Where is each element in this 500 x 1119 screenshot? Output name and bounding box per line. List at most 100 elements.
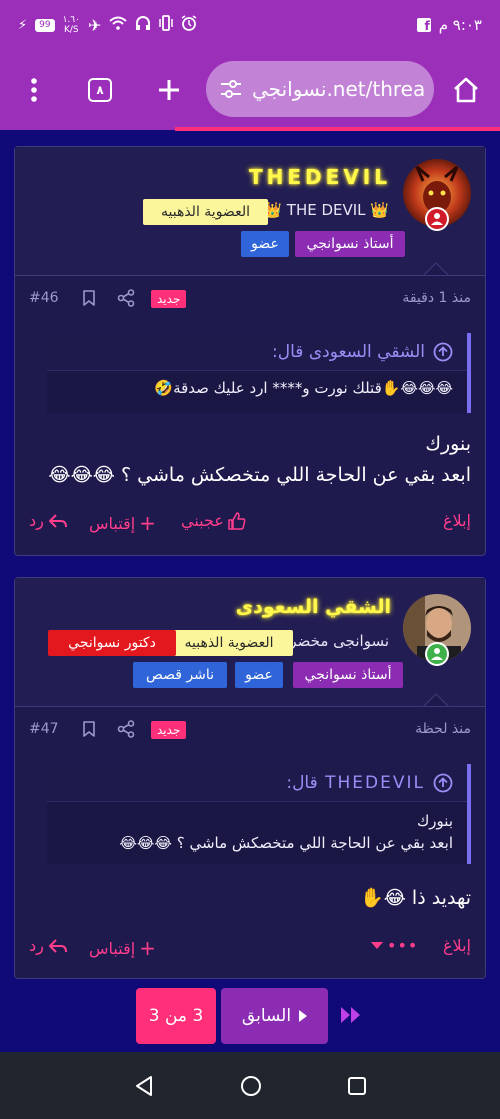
browser-toolbar: ٨ نسوانجي.net/threa: [0, 50, 500, 130]
report-label: إبلاغ: [443, 511, 471, 530]
plus-icon: +: [139, 511, 156, 535]
post-number[interactable]: #47: [29, 721, 59, 737]
post-47: الشقي السعودى نسوانجى مخضرم العضوية الذه…: [14, 577, 486, 979]
page-load-progress: [175, 127, 500, 131]
username[interactable]: THEDEVIL: [249, 165, 391, 189]
quote-line: ابعد بقي عن الحاجة اللي متخصكش ماشي ؟ 😂😂…: [119, 834, 453, 852]
reply-button[interactable]: رد: [29, 936, 68, 955]
post-46: THEDEVIL 👑 THE DEVIL 👑 العضوية الذهبيه أ…: [14, 146, 486, 556]
home-button[interactable]: [444, 68, 488, 112]
previous-page-button[interactable]: السابق: [221, 988, 328, 1044]
vibrate-icon: [159, 15, 174, 35]
badge-master: أستاذ نسوانجي: [295, 231, 405, 257]
status-clock-area: f ٩:٠٣ م: [416, 16, 482, 34]
network-speed-unit: K/S: [63, 25, 79, 35]
quote-author[interactable]: الشقي السعودى قال:: [272, 342, 425, 362]
plus-icon: +: [139, 936, 156, 960]
quote-button[interactable]: + إقتباس: [89, 511, 156, 535]
home-circle-icon[interactable]: [240, 1075, 262, 1097]
post-number[interactable]: #46: [29, 290, 59, 306]
report-button[interactable]: إبلاغ: [443, 511, 471, 530]
header-arrow-icon: [423, 262, 449, 276]
header-arrow-icon: [423, 693, 449, 707]
quote-label: إقتباس: [89, 938, 136, 958]
reply-label: رد: [29, 511, 44, 530]
quote-header: الشقي السعودى قال:: [47, 333, 467, 371]
post-time[interactable]: منذ 1 دقيقة: [402, 290, 471, 306]
quote-label: إقتباس: [89, 513, 136, 533]
wifi-icon: [109, 16, 128, 34]
headphones-icon: [135, 15, 151, 35]
menu-button[interactable]: [12, 68, 56, 112]
share-icon[interactable]: [117, 720, 135, 738]
badge-gold-membership: العضوية الذهبيه: [165, 630, 293, 656]
reply-label: رد: [29, 936, 44, 955]
new-badge: جديد: [151, 290, 187, 308]
thumbs-up-icon: [228, 511, 246, 530]
network-speed-value: ١.٦٠: [62, 15, 80, 25]
more-options-button[interactable]: •••: [371, 936, 418, 955]
tabs-count: ٨: [88, 78, 112, 102]
url-bar[interactable]: نسوانجي.net/threa: [206, 61, 434, 117]
tabs-button[interactable]: ٨: [78, 68, 122, 112]
divider: [15, 275, 485, 276]
like-label: عجبني: [181, 511, 224, 530]
quote-author[interactable]: THEDEVIL قال:: [286, 773, 425, 793]
arrow-up-circle-icon[interactable]: [433, 342, 453, 362]
caret-down-icon: [371, 941, 383, 949]
arrow-up-circle-icon[interactable]: [433, 773, 453, 793]
username[interactable]: الشقي السعودى: [236, 596, 391, 618]
clock: ٩:٠٣ م: [438, 16, 482, 34]
bookmark-icon[interactable]: [80, 289, 98, 307]
plus-icon: [159, 80, 179, 100]
page-indicator[interactable]: 3 من 3: [136, 988, 216, 1044]
bookmark-icon[interactable]: [80, 720, 98, 738]
post-content-line: تهديد ذا 😂✋: [360, 887, 471, 909]
home-icon: [454, 77, 478, 103]
badge-doctor: دكتور نسوانجي: [48, 630, 176, 656]
new-badge: جديد: [151, 721, 187, 739]
share-icon[interactable]: [117, 289, 135, 307]
url-text: نسوانجي.net/threa: [252, 77, 426, 101]
user-title: 👑 THE DEVIL 👑: [263, 201, 389, 219]
status-bar: ⚡ 99 ١.٦٠ K/S ✈ f ٩:٠٣ م: [0, 0, 500, 50]
badge-member: عضو: [241, 231, 289, 257]
fast-forward-icon[interactable]: [340, 1005, 362, 1025]
badge-story-publisher: ناشر قصص: [133, 662, 227, 688]
facebook-icon: f: [416, 18, 431, 32]
post-time[interactable]: منذ لحظة: [415, 721, 471, 737]
reply-icon: [48, 513, 67, 528]
post-user-header: الشقي السعودى نسوانجى مخضرم العضوية الذه…: [15, 578, 485, 707]
quote-header: THEDEVIL قال:: [47, 764, 467, 802]
post-content-line: ابعد بقي عن الحاجة اللي متخصكش ماشي ؟ 😂😂…: [48, 464, 471, 486]
post-user-header: THEDEVIL 👑 THE DEVIL 👑 العضوية الذهبيه أ…: [15, 147, 485, 276]
quote-block: THEDEVIL قال: بنورك ابعد بقي عن الحاجة ا…: [47, 764, 471, 864]
airplane-icon: ✈: [87, 15, 102, 35]
battery-icon: 99: [35, 18, 55, 32]
alarm-icon: [181, 15, 197, 35]
post-actions: إبلاغ ••• + إقتباس رد: [15, 936, 485, 964]
reply-button[interactable]: رد: [29, 511, 68, 530]
like-button[interactable]: عجبني: [181, 511, 246, 530]
user-title: نسوانجى مخضرم: [280, 632, 389, 650]
report-label: إبلاغ: [443, 936, 471, 955]
site-settings-icon[interactable]: [220, 79, 242, 99]
post-content: تهديد ذا 😂✋: [29, 883, 471, 914]
quote-button[interactable]: + إقتباس: [89, 936, 156, 960]
recents-icon[interactable]: [347, 1076, 367, 1096]
more-vert-icon: [31, 78, 37, 102]
quote-text: 😂😂😂✋قتلك نورت و**** ارد عليك صدقة🤣: [154, 379, 453, 397]
charging-icon: ⚡: [18, 17, 28, 33]
divider: [15, 706, 485, 707]
system-nav-bar: [0, 1052, 500, 1119]
new-tab-button[interactable]: [147, 68, 191, 112]
previous-label: السابق: [241, 1006, 292, 1026]
network-speed: ١.٦٠ K/S: [63, 15, 80, 35]
report-button[interactable]: إبلاغ: [443, 936, 471, 955]
post-content-line: بنورك: [425, 433, 471, 455]
post-content: بنورك ابعد بقي عن الحاجة اللي متخصكش ماش…: [29, 429, 471, 491]
caret-right-icon: [299, 1010, 308, 1022]
more-label: •••: [387, 936, 419, 955]
quote-line: بنورك: [416, 812, 453, 830]
back-icon[interactable]: [133, 1075, 155, 1097]
